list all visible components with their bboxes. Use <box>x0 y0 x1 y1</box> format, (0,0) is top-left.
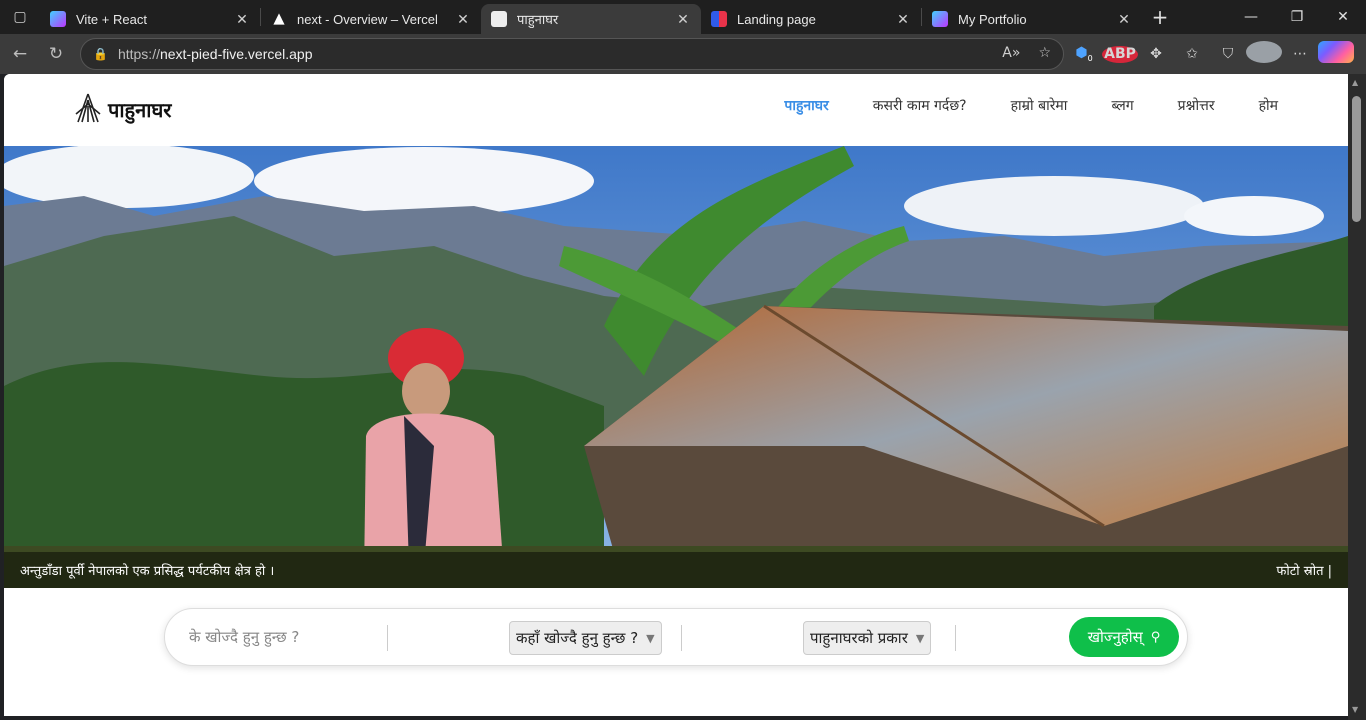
tab-title: Vite + React <box>76 11 147 27</box>
type-select-label: पाहुनाघरको प्रकार <box>810 629 908 647</box>
browser-toolbar: ← ↻ 🔒 https://next-pied-five.vercel.app … <box>0 34 1366 74</box>
copilot-icon[interactable] <box>1318 41 1354 67</box>
tab-landing-page[interactable]: Landing page ✕ <box>701 4 921 34</box>
hero-caption-bar: अन्तुडाँडा पूर्वी नेपालको एक प्रसिद्ध पर… <box>4 552 1348 588</box>
search-divider <box>681 625 682 651</box>
close-tab-icon[interactable]: ✕ <box>234 11 250 28</box>
location-select-label: कहाँ खोज्दै हुनु हुन्छ ? <box>516 629 639 647</box>
scrollbar-thumb[interactable] <box>1352 96 1361 222</box>
hero-image: अन्तुडाँडा पूर्वी नेपालको एक प्रसिद्ध पर… <box>4 146 1348 588</box>
search-divider <box>387 625 388 651</box>
tab-vercel[interactable]: next - Overview – Vercel ✕ <box>261 4 481 34</box>
nav-faq[interactable]: प्रश्नोत्तर <box>1178 96 1215 115</box>
location-select[interactable]: कहाँ खोज्दै हुनु हुन्छ ? ▼ <box>509 621 662 655</box>
profile-avatar[interactable] <box>1246 41 1282 67</box>
nav-about-us[interactable]: हाम्रो बारेमा <box>1011 96 1068 115</box>
favorite-star-icon[interactable]: ☆ <box>1038 45 1051 61</box>
photo-credit-link[interactable]: फोटो स्रोत | <box>1276 561 1332 579</box>
back-icon[interactable]: ← <box>2 38 38 70</box>
nav-blog[interactable]: ब्लग <box>1111 96 1133 115</box>
restore-icon[interactable]: ❐ <box>1274 0 1320 34</box>
pahunaghar-favicon-icon <box>491 11 507 27</box>
tab-title: My Portfolio <box>958 11 1027 27</box>
search-divider <box>955 625 956 651</box>
adblock-plus-icon[interactable]: ABP <box>1102 45 1138 63</box>
chevron-down-icon: ▼ <box>646 631 655 645</box>
close-tab-icon[interactable]: ✕ <box>895 11 911 28</box>
browser-essentials-icon[interactable]: ⛉ <box>1210 46 1246 62</box>
vite-favicon-icon <box>932 11 948 27</box>
close-window-icon[interactable]: ✕ <box>1320 0 1366 34</box>
hero-photo <box>4 146 1348 588</box>
scroll-down-icon[interactable]: ▼ <box>1352 705 1358 714</box>
new-tab-icon[interactable]: + <box>1142 5 1178 29</box>
search-button[interactable]: खोज्नुहोस् ⚲ <box>1069 617 1179 657</box>
page-scrollbar[interactable]: ▲ ▼ <box>1348 74 1366 720</box>
site-info-icon[interactable]: 🔒 <box>93 47 108 61</box>
url-text: https://next-pied-five.vercel.app <box>117 46 313 62</box>
tab-title: Landing page <box>737 11 816 27</box>
site-header: पाहुनाघर पाहुनाघर कसरी काम गर्दछ? हाम्रो… <box>4 74 1348 146</box>
reload-icon[interactable]: ↻ <box>38 38 74 70</box>
type-select[interactable]: पाहुनाघरको प्रकार ▼ <box>803 621 932 655</box>
extensions-area: ⬢0 ABP ✥ ✩ ⛉ ⋯ <box>1066 34 1354 74</box>
logo-icon <box>75 93 101 123</box>
close-tab-icon[interactable]: ✕ <box>1116 11 1132 28</box>
nav-pahunaghar[interactable]: पाहुनाघर <box>784 96 828 115</box>
logo-name: पाहुनाघर <box>108 97 172 122</box>
favorites-icon[interactable]: ✩ <box>1174 46 1210 62</box>
scroll-up-icon[interactable]: ▲ <box>1352 78 1358 87</box>
minimize-icon[interactable]: — <box>1228 0 1274 34</box>
address-bar[interactable]: 🔒 https://next-pied-five.vercel.app A» ☆ <box>80 38 1064 70</box>
tab-strip: ▢ Vite + React ✕ next - Overview – Verce… <box>0 0 1366 34</box>
hero-caption: अन्तुडाँडा पूर्वी नेपालको एक प्रसिद्ध पर… <box>20 564 275 579</box>
vite-favicon-icon <box>50 11 66 27</box>
page-viewport: पाहुनाघर पाहुनाघर कसरी काम गर्दछ? हाम्रो… <box>4 74 1348 716</box>
tab-my-portfolio[interactable]: My Portfolio ✕ <box>922 4 1142 34</box>
window-controls: — ❐ ✕ <box>1228 0 1366 34</box>
close-tab-icon[interactable]: ✕ <box>675 11 691 28</box>
search-input[interactable]: के खोज्दै हुनु हुन्छ ? <box>189 627 299 647</box>
nav-how-it-works[interactable]: कसरी काम गर्दछ? <box>873 96 967 115</box>
tab-pahunaghar[interactable]: पाहुनाघर ✕ <box>481 4 701 34</box>
tab-actions-icon[interactable]: ▢ <box>0 0 40 34</box>
extension-icon[interactable]: ⬢0 <box>1066 45 1102 63</box>
tab-vite-react[interactable]: Vite + React ✕ <box>40 4 260 34</box>
main-nav: पाहुनाघर कसरी काम गर्दछ? हाम्रो बारेमा ब… <box>784 96 1278 115</box>
nav-home[interactable]: होम <box>1259 96 1278 115</box>
site-logo[interactable]: पाहुनाघर <box>74 92 171 126</box>
tab-title: next - Overview – Vercel <box>297 11 438 27</box>
search-button-label: खोज्नुहोस् <box>1087 628 1143 646</box>
chevron-down-icon: ▼ <box>915 631 925 645</box>
vercel-favicon-icon <box>273 13 285 25</box>
read-aloud-icon[interactable]: A» <box>1002 45 1020 61</box>
search-icon: ⚲ <box>1150 629 1161 645</box>
more-menu-icon[interactable]: ⋯ <box>1282 46 1318 62</box>
tab-title: पाहुनाघर <box>517 12 559 27</box>
close-tab-icon[interactable]: ✕ <box>455 11 471 28</box>
extensions-icon[interactable]: ✥ <box>1138 46 1174 62</box>
search-bar: के खोज्दै हुनु हुन्छ ? कहाँ खोज्दै हुनु … <box>164 608 1188 666</box>
landing-favicon-icon <box>711 11 727 27</box>
